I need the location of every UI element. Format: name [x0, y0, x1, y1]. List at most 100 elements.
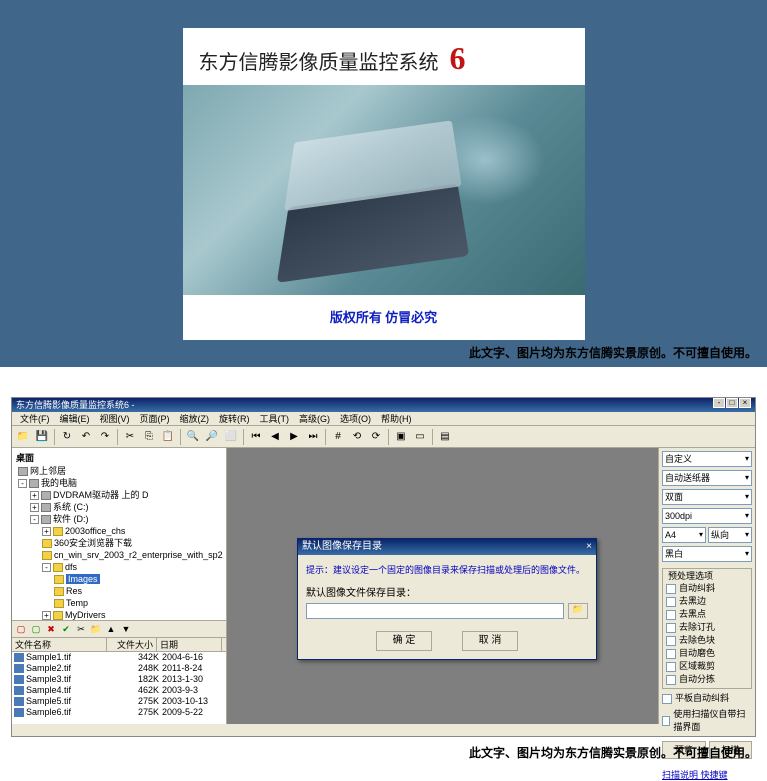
tree-node[interactable]: -dfs: [14, 561, 224, 573]
tool-copy-icon[interactable]: ⎘: [140, 428, 158, 446]
tool-paste-icon[interactable]: 📋: [159, 428, 177, 446]
check-option[interactable]: 自动分拣: [666, 673, 748, 686]
ft-select-icon[interactable]: ▢: [14, 622, 28, 636]
tree-node[interactable]: Images: [14, 573, 224, 585]
ft-check-icon[interactable]: ✔: [59, 622, 73, 636]
tool-refresh-icon[interactable]: ↻: [58, 428, 76, 446]
window-title: 东方信腾影像质量监控系统6 -: [16, 398, 135, 412]
tool-open-icon[interactable]: 📁: [14, 428, 32, 446]
tree-node[interactable]: 网上邻居: [14, 465, 224, 477]
disclaimer-bottom: 此文字、图片均为东方信腾实景原创。不可擅自使用。: [469, 744, 757, 761]
menu-item[interactable]: 工具(T): [256, 412, 294, 425]
menu-item[interactable]: 页面(P): [136, 412, 174, 425]
check-option[interactable]: 去黑边: [666, 595, 748, 608]
combo-paper[interactable]: A4: [662, 527, 706, 543]
tree-node[interactable]: Temp: [14, 597, 224, 609]
tool-zoomout-icon[interactable]: 🔎: [203, 428, 221, 446]
tree-node[interactable]: +系统 (C:): [14, 501, 224, 513]
file-row[interactable]: Sample1.tif342K2004-6-16: [12, 652, 226, 663]
tool-scan-icon[interactable]: ▤: [436, 428, 454, 446]
ft-up-icon[interactable]: ▲: [104, 622, 118, 636]
tool-first-icon[interactable]: ⏮: [247, 428, 265, 446]
dialog-hint: 提示：建议设定一个固定的图像目录来保存扫描或处理后的图像文件。: [306, 563, 588, 576]
check-option[interactable]: 去除色块: [666, 634, 748, 647]
check-option[interactable]: 去除订孔: [666, 621, 748, 634]
col-size[interactable]: 文件大小: [107, 638, 157, 651]
check-option[interactable]: 区域裁剪: [666, 660, 748, 673]
browse-button[interactable]: 📁: [568, 603, 588, 619]
maximize-button[interactable]: □: [726, 398, 738, 408]
tool-next-icon[interactable]: ▶: [285, 428, 303, 446]
menu-item[interactable]: 编辑(E): [56, 412, 94, 425]
combo-dpi[interactable]: 300dpi: [662, 508, 752, 524]
ft-folder-icon[interactable]: 📁: [89, 622, 103, 636]
combo-orient[interactable]: 纵向: [708, 527, 752, 543]
menu-item[interactable]: 高级(G): [295, 412, 334, 425]
combo-color[interactable]: 黑白: [662, 546, 752, 562]
ft-cut-icon[interactable]: ✂: [74, 622, 88, 636]
app-window: 东方信腾影像质量监控系统6 - - □ × 文件(F)编辑(E)视图(V)页面(…: [11, 397, 756, 737]
check-option[interactable]: 去黑点: [666, 608, 748, 621]
dialog-close-icon[interactable]: ×: [586, 539, 592, 555]
dir-input[interactable]: [306, 603, 564, 619]
tool-crop-icon[interactable]: ▣: [392, 428, 410, 446]
tool-last-icon[interactable]: ⏭: [304, 428, 322, 446]
tool-prev-icon[interactable]: ◀: [266, 428, 284, 446]
tree-node[interactable]: Res: [14, 585, 224, 597]
tree-node[interactable]: +DVDRAM驱动器 上的 D: [14, 489, 224, 501]
check-option[interactable]: 自动纠斜: [666, 582, 748, 595]
ft-down-icon[interactable]: ▼: [119, 622, 133, 636]
file-list[interactable]: Sample1.tif342K2004-6-16Sample2.tif248K2…: [12, 652, 226, 724]
menu-item[interactable]: 帮助(H): [377, 412, 416, 425]
menu-item[interactable]: 旋转(R): [215, 412, 254, 425]
ok-button[interactable]: 确 定: [376, 631, 432, 651]
tree-node[interactable]: cn_win_srv_2003_r2_enterprise_with_sp2: [14, 549, 224, 561]
tool-save-icon[interactable]: 💾: [33, 428, 51, 446]
menu-item[interactable]: 视图(V): [96, 412, 134, 425]
close-button[interactable]: ×: [739, 398, 751, 408]
combo-preset[interactable]: 自定义: [662, 451, 752, 467]
splash-image: [183, 85, 585, 295]
tree-node[interactable]: +MyDrivers: [14, 609, 224, 620]
ft-del-icon[interactable]: ✖: [44, 622, 58, 636]
tree-node[interactable]: +2003office_chs: [14, 525, 224, 537]
tool-rotate-right-icon[interactable]: ⟳: [367, 428, 385, 446]
tree-node[interactable]: 360安全浏览器下载: [14, 537, 224, 549]
menu-item[interactable]: 选项(O): [336, 412, 375, 425]
tool-fit-icon[interactable]: ⬜: [222, 428, 240, 446]
splash-title: 东方信腾影像质量监控系统 6: [183, 28, 585, 77]
check-native-ui[interactable]: 使用扫描仪自带扫描界面: [662, 708, 752, 734]
cancel-button[interactable]: 取 消: [462, 631, 518, 651]
minimize-button[interactable]: -: [713, 398, 725, 408]
combo-duplex[interactable]: 双面: [662, 489, 752, 505]
file-row[interactable]: Sample2.tif248K2011-8-24: [12, 663, 226, 674]
col-date[interactable]: 日期: [157, 638, 222, 651]
tool-select-icon[interactable]: ▭: [411, 428, 429, 446]
folder-tree[interactable]: 桌面 网上邻居-我的电脑+DVDRAM驱动器 上的 D+系统 (C:)-软件 (…: [12, 448, 226, 620]
combo-feeder[interactable]: 自动送纸器: [662, 470, 752, 486]
splash-panel: 东方信腾影像质量监控系统 6 版权所有 仿冒必究 此文字、图片均为东方信腾实景原…: [0, 0, 767, 367]
check-option[interactable]: 目动磨色: [666, 647, 748, 660]
help-links[interactable]: 扫描说明 快捷键: [662, 768, 752, 781]
file-row[interactable]: Sample4.tif462K2003-9-3: [12, 685, 226, 696]
tool-grid-icon[interactable]: #: [329, 428, 347, 446]
check-flatbed[interactable]: 平板自动纠斜: [662, 692, 752, 705]
menu-item[interactable]: 缩放(Z): [176, 412, 214, 425]
tool-cut-icon[interactable]: ✂: [121, 428, 139, 446]
tool-undo-icon[interactable]: ↶: [77, 428, 95, 446]
dialog-title: 默认图像保存目录: [302, 539, 382, 555]
file-header: 文件名称 文件大小 日期: [12, 638, 226, 652]
tree-root[interactable]: 桌面: [14, 450, 224, 465]
tool-redo-icon[interactable]: ↷: [96, 428, 114, 446]
menu-item[interactable]: 文件(F): [16, 412, 54, 425]
tool-rotate-left-icon[interactable]: ⟲: [348, 428, 366, 446]
tool-zoomin-icon[interactable]: 🔍: [184, 428, 202, 446]
ft-add-icon[interactable]: ▢: [29, 622, 43, 636]
dialog-label: 默认图像文件保存目录：: [306, 584, 588, 599]
file-row[interactable]: Sample3.tif182K2013-1-30: [12, 674, 226, 685]
tree-node[interactable]: -软件 (D:): [14, 513, 224, 525]
col-name[interactable]: 文件名称: [12, 638, 107, 651]
file-row[interactable]: Sample6.tif275K2009-5-22: [12, 707, 226, 718]
tree-node[interactable]: -我的电脑: [14, 477, 224, 489]
file-row[interactable]: Sample5.tif275K2003-10-13: [12, 696, 226, 707]
